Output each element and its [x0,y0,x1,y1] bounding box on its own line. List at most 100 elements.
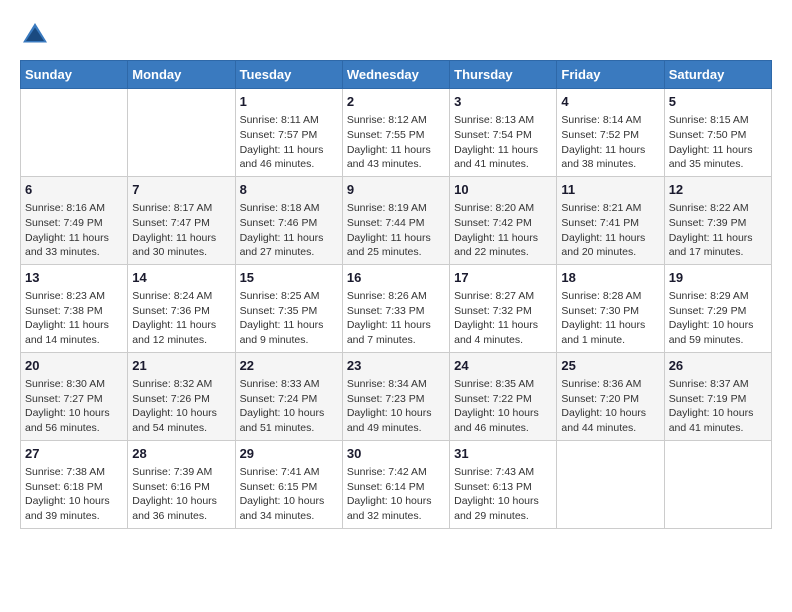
day-detail: Sunrise: 7:38 AM Sunset: 6:18 PM Dayligh… [25,465,123,524]
calendar-cell: 4 Sunrise: 8:14 AM Sunset: 7:52 PM Daylig… [557,89,664,177]
day-detail: Sunrise: 8:37 AM Sunset: 7:19 PM Dayligh… [669,377,767,436]
header-row: SundayMondayTuesdayWednesdayThursdayFrid… [21,61,772,89]
day-number: 10 [454,181,552,199]
day-number: 20 [25,357,123,375]
day-detail: Sunrise: 8:26 AM Sunset: 7:33 PM Dayligh… [347,289,445,348]
day-header-friday: Friday [557,61,664,89]
day-detail: Sunrise: 8:12 AM Sunset: 7:55 PM Dayligh… [347,113,445,172]
day-detail: Sunrise: 8:34 AM Sunset: 7:23 PM Dayligh… [347,377,445,436]
day-number: 9 [347,181,445,199]
day-detail: Sunrise: 8:24 AM Sunset: 7:36 PM Dayligh… [132,289,230,348]
day-number: 14 [132,269,230,287]
day-detail: Sunrise: 8:27 AM Sunset: 7:32 PM Dayligh… [454,289,552,348]
day-header-sunday: Sunday [21,61,128,89]
day-number: 18 [561,269,659,287]
calendar-table: SundayMondayTuesdayWednesdayThursdayFrid… [20,60,772,529]
calendar-cell: 15 Sunrise: 8:25 AM Sunset: 7:35 PM Dayli… [235,264,342,352]
calendar-header: SundayMondayTuesdayWednesdayThursdayFrid… [21,61,772,89]
day-detail: Sunrise: 8:16 AM Sunset: 7:49 PM Dayligh… [25,201,123,260]
day-detail: Sunrise: 7:43 AM Sunset: 6:13 PM Dayligh… [454,465,552,524]
calendar-cell: 22 Sunrise: 8:33 AM Sunset: 7:24 PM Dayli… [235,352,342,440]
day-detail: Sunrise: 7:41 AM Sunset: 6:15 PM Dayligh… [240,465,338,524]
day-number: 8 [240,181,338,199]
day-detail: Sunrise: 8:17 AM Sunset: 7:47 PM Dayligh… [132,201,230,260]
day-detail: Sunrise: 8:13 AM Sunset: 7:54 PM Dayligh… [454,113,552,172]
day-number: 28 [132,445,230,463]
day-detail: Sunrise: 8:32 AM Sunset: 7:26 PM Dayligh… [132,377,230,436]
day-number: 30 [347,445,445,463]
day-detail: Sunrise: 8:23 AM Sunset: 7:38 PM Dayligh… [25,289,123,348]
calendar-cell: 26 Sunrise: 8:37 AM Sunset: 7:19 PM Dayli… [664,352,771,440]
day-number: 11 [561,181,659,199]
day-detail: Sunrise: 8:29 AM Sunset: 7:29 PM Dayligh… [669,289,767,348]
calendar-cell: 6 Sunrise: 8:16 AM Sunset: 7:49 PM Daylig… [21,176,128,264]
calendar-cell: 31 Sunrise: 7:43 AM Sunset: 6:13 PM Dayli… [450,440,557,528]
day-number: 7 [132,181,230,199]
calendar-cell: 17 Sunrise: 8:27 AM Sunset: 7:32 PM Dayli… [450,264,557,352]
calendar-cell: 23 Sunrise: 8:34 AM Sunset: 7:23 PM Dayli… [342,352,449,440]
day-detail: Sunrise: 7:39 AM Sunset: 6:16 PM Dayligh… [132,465,230,524]
day-detail: Sunrise: 8:36 AM Sunset: 7:20 PM Dayligh… [561,377,659,436]
calendar-cell: 29Sunrise: 7:41 AM Sunset: 6:15 PM Dayli… [235,440,342,528]
day-detail: Sunrise: 8:33 AM Sunset: 7:24 PM Dayligh… [240,377,338,436]
day-detail: Sunrise: 7:42 AM Sunset: 6:14 PM Dayligh… [347,465,445,524]
day-number: 4 [561,93,659,111]
calendar-cell: 2Sunrise: 8:12 AM Sunset: 7:55 PM Daylig… [342,89,449,177]
day-detail: Sunrise: 8:35 AM Sunset: 7:22 PM Dayligh… [454,377,552,436]
day-detail: Sunrise: 8:15 AM Sunset: 7:50 PM Dayligh… [669,113,767,172]
day-detail: Sunrise: 8:25 AM Sunset: 7:35 PM Dayligh… [240,289,338,348]
calendar-cell [664,440,771,528]
day-detail: Sunrise: 8:22 AM Sunset: 7:39 PM Dayligh… [669,201,767,260]
logo-icon [20,20,50,50]
calendar-cell: 30 Sunrise: 7:42 AM Sunset: 6:14 PM Dayli… [342,440,449,528]
day-number: 15 [240,269,338,287]
calendar-cell: 21 Sunrise: 8:32 AM Sunset: 7:26 PM Dayli… [128,352,235,440]
day-number: 21 [132,357,230,375]
day-header-wednesday: Wednesday [342,61,449,89]
day-detail: Sunrise: 8:18 AM Sunset: 7:46 PM Dayligh… [240,201,338,260]
week-row: 20 Sunrise: 8:30 AM Sunset: 7:27 PM Dayli… [21,352,772,440]
day-number: 22 [240,357,338,375]
day-number: 24 [454,357,552,375]
day-number: 23 [347,357,445,375]
day-number: 6 [25,181,123,199]
day-detail: Sunrise: 8:19 AM Sunset: 7:44 PM Dayligh… [347,201,445,260]
day-detail: Sunrise: 8:30 AM Sunset: 7:27 PM Dayligh… [25,377,123,436]
calendar-cell [21,89,128,177]
day-number: 26 [669,357,767,375]
calendar-cell: 13 Sunrise: 8:23 AM Sunset: 7:38 PM Dayli… [21,264,128,352]
calendar-cell: 8 Sunrise: 8:18 AM Sunset: 7:46 PM Daylig… [235,176,342,264]
week-row: 27 Sunrise: 7:38 AM Sunset: 6:18 PM Dayli… [21,440,772,528]
day-header-thursday: Thursday [450,61,557,89]
calendar-cell: 27 Sunrise: 7:38 AM Sunset: 6:18 PM Dayli… [21,440,128,528]
day-header-tuesday: Tuesday [235,61,342,89]
day-header-saturday: Saturday [664,61,771,89]
week-row: 13 Sunrise: 8:23 AM Sunset: 7:38 PM Dayli… [21,264,772,352]
day-number: 1 [240,93,338,111]
week-row: 6 Sunrise: 8:16 AM Sunset: 7:49 PM Daylig… [21,176,772,264]
day-number: 19 [669,269,767,287]
day-detail: Sunrise: 8:14 AM Sunset: 7:52 PM Dayligh… [561,113,659,172]
calendar-cell: 11Sunrise: 8:21 AM Sunset: 7:41 PM Dayli… [557,176,664,264]
day-number: 31 [454,445,552,463]
calendar-cell: 19 Sunrise: 8:29 AM Sunset: 7:29 PM Dayli… [664,264,771,352]
calendar-cell [557,440,664,528]
calendar-cell: 12 Sunrise: 8:22 AM Sunset: 7:39 PM Dayli… [664,176,771,264]
calendar-cell: 5Sunrise: 8:15 AM Sunset: 7:50 PM Daylig… [664,89,771,177]
day-number: 16 [347,269,445,287]
calendar-cell: 20 Sunrise: 8:30 AM Sunset: 7:27 PM Dayli… [21,352,128,440]
calendar-cell: 18 Sunrise: 8:28 AM Sunset: 7:30 PM Dayli… [557,264,664,352]
day-detail: Sunrise: 8:28 AM Sunset: 7:30 PM Dayligh… [561,289,659,348]
calendar-body: 1 Sunrise: 8:11 AM Sunset: 7:57 PM Daylig… [21,89,772,529]
day-number: 12 [669,181,767,199]
day-detail: Sunrise: 8:20 AM Sunset: 7:42 PM Dayligh… [454,201,552,260]
calendar-cell: 3Sunrise: 8:13 AM Sunset: 7:54 PM Daylig… [450,89,557,177]
logo [20,20,54,50]
week-row: 1 Sunrise: 8:11 AM Sunset: 7:57 PM Daylig… [21,89,772,177]
day-detail: Sunrise: 8:11 AM Sunset: 7:57 PM Dayligh… [240,113,338,172]
calendar-cell: 25Sunrise: 8:36 AM Sunset: 7:20 PM Dayli… [557,352,664,440]
day-number: 13 [25,269,123,287]
calendar-cell: 10 Sunrise: 8:20 AM Sunset: 7:42 PM Dayli… [450,176,557,264]
day-number: 17 [454,269,552,287]
day-number: 27 [25,445,123,463]
